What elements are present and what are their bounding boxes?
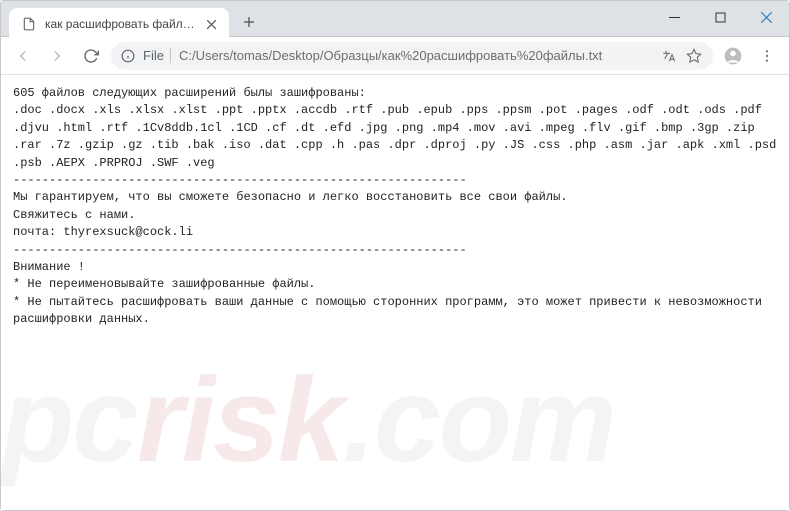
text-separator: ----------------------------------------…	[13, 173, 467, 187]
tab-strip-area: как расшифровать файлы.txt	[1, 1, 789, 37]
watermark-com: .com	[343, 353, 615, 487]
window-controls	[651, 1, 789, 33]
url-text: C:/Users/tomas/Desktop/Образцы/как%20рас…	[179, 48, 651, 63]
close-tab-button[interactable]	[203, 16, 219, 32]
bookmark-star-icon[interactable]	[685, 47, 703, 65]
text-separator: ----------------------------------------…	[13, 243, 467, 257]
toolbar: File C:/Users/tomas/Desktop/Образцы/как%…	[1, 37, 789, 75]
text-line: Мы гарантируем, что вы сможете безопасно…	[13, 190, 568, 204]
text-line: почта: thyrexsuck@cock.li	[13, 225, 193, 239]
watermark-pc: pc	[1, 353, 137, 487]
tab-active[interactable]: как расшифровать файлы.txt	[9, 8, 229, 40]
text-line: .doc .docx .xls .xlsx .xlst .ppt .pptx .…	[13, 103, 784, 169]
text-line: * Не переименовывайте зашифрованные файл…	[13, 277, 315, 291]
back-button[interactable]	[9, 42, 37, 70]
reload-button[interactable]	[77, 42, 105, 70]
forward-button[interactable]	[43, 42, 71, 70]
watermark-risk: risk	[137, 353, 343, 487]
tab-label: как расшифровать файлы.txt	[45, 17, 195, 31]
document-viewport: 605 файлов следующих расширений былы заш…	[1, 75, 789, 510]
text-line: Внимание !	[13, 260, 85, 274]
url-scheme-chip: File	[143, 48, 171, 63]
menu-button[interactable]	[753, 42, 781, 70]
address-bar[interactable]: File C:/Users/tomas/Desktop/Образцы/как%…	[111, 42, 713, 70]
browser-window: как расшифровать файлы.txt File C:/Use	[0, 0, 790, 511]
minimize-button[interactable]	[651, 1, 697, 33]
maximize-button[interactable]	[697, 1, 743, 33]
new-tab-button[interactable]	[235, 8, 263, 36]
text-line: * Не пытайтесь расшифровать ваши данные …	[13, 295, 769, 326]
text-line: Свяжитесь с нами.	[13, 208, 135, 222]
info-icon[interactable]	[121, 49, 135, 63]
file-icon	[21, 16, 37, 32]
text-line: 605 файлов следующих расширений былы заш…	[13, 86, 366, 100]
profile-avatar[interactable]	[719, 42, 747, 70]
translate-icon[interactable]	[659, 47, 677, 65]
close-window-button[interactable]	[743, 1, 789, 33]
